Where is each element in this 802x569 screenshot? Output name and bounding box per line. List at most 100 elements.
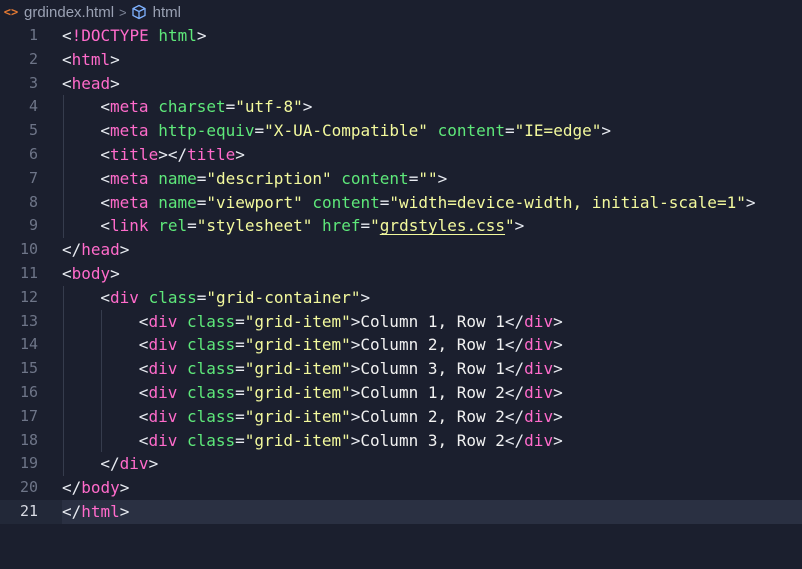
indent-guide: [63, 380, 64, 405]
code-token: html: [71, 49, 111, 69]
code-text[interactable]: <div class="grid-item">Column 2, Row 1</…: [139, 333, 563, 357]
code-line[interactable]: 2 <html>: [0, 48, 802, 72]
code-token: "viewport": [206, 192, 303, 212]
code-line[interactable]: 1 <!DOCTYPE html>: [0, 24, 802, 48]
line-number[interactable]: 6: [0, 143, 38, 167]
code-line[interactable]: 20 </body>: [0, 476, 802, 500]
code-text[interactable]: <meta charset="utf-8">: [100, 95, 312, 119]
code-line[interactable]: 12 <div class="grid-container">: [0, 285, 802, 310]
code-line[interactable]: 9 <link rel="stylesheet" href="grdstyles.…: [0, 214, 802, 239]
code-line[interactable]: 5 <meta http-equiv="X-UA-Compatible" cont…: [0, 119, 802, 143]
code-token: <: [138, 382, 149, 402]
code-token: >: [514, 216, 525, 236]
breadcrumb-element[interactable]: html: [153, 4, 181, 21]
code-token: =: [235, 311, 245, 331]
code-token: >: [745, 192, 756, 212]
code-line[interactable]: 13 <div class="grid-item">Column 1, Row 1…: [0, 309, 802, 334]
code-line[interactable]: 11 <body>: [0, 262, 802, 286]
code-text[interactable]: </head>: [62, 238, 129, 262]
code-line[interactable]: 18 <div class="grid-item">Column 3, Row 2…: [0, 428, 802, 453]
code-token: >: [553, 406, 563, 426]
line-number[interactable]: 18: [0, 429, 38, 453]
code-token: >: [437, 168, 448, 188]
line-number[interactable]: 21: [0, 500, 38, 524]
code-text[interactable]: <html>: [62, 48, 120, 72]
code-text[interactable]: <meta name="description" content="">: [100, 167, 447, 191]
line-number[interactable]: 15: [0, 357, 38, 381]
code-text[interactable]: <div class="grid-item">Column 1, Row 2</…: [139, 381, 563, 405]
line-number[interactable]: 3: [0, 72, 38, 96]
code-token: href: [321, 216, 361, 236]
line-number[interactable]: 2: [0, 48, 38, 72]
code-token: div: [524, 311, 554, 331]
line-number[interactable]: 5: [0, 119, 38, 143]
code-text[interactable]: <body>: [62, 262, 120, 286]
line-number[interactable]: 4: [0, 95, 38, 119]
line-number[interactable]: 19: [0, 452, 38, 476]
code-token: div: [524, 406, 554, 426]
code-token: "width=device-width, initial-scale=1": [389, 192, 746, 212]
line-number[interactable]: 16: [0, 381, 38, 405]
code-token: >: [235, 144, 245, 164]
code-text[interactable]: <head>: [62, 72, 120, 96]
code-token: div: [148, 406, 178, 426]
code-line[interactable]: 17 <div class="grid-item">Column 2, Row 2…: [0, 404, 802, 429]
code-line[interactable]: 16 <div class="grid-item">Column 1, Row 2…: [0, 380, 802, 405]
code-text[interactable]: <div class="grid-item">Column 3, Row 2</…: [139, 429, 563, 453]
line-number[interactable]: 11: [0, 262, 38, 286]
line-number[interactable]: 17: [0, 405, 38, 429]
code-text[interactable]: </html>: [62, 500, 129, 524]
code-text[interactable]: <link rel="stylesheet" href="grdstyles.c…: [100, 214, 524, 238]
line-number[interactable]: 10: [0, 238, 38, 262]
code-token: "description": [206, 168, 332, 188]
line-number[interactable]: 9: [0, 214, 38, 238]
code-token: div: [148, 311, 178, 331]
code-token: =: [187, 216, 197, 236]
breadcrumb-file[interactable]: grdindex.html: [24, 4, 114, 21]
code-line[interactable]: 3 <head>: [0, 72, 802, 96]
line-number[interactable]: 12: [0, 286, 38, 310]
code-token: >: [110, 73, 120, 93]
code-text[interactable]: <meta http-equiv="X-UA-Compatible" conte…: [100, 119, 611, 143]
code-token: ": [370, 216, 380, 236]
code-token: =: [235, 406, 245, 426]
line-number[interactable]: 13: [0, 310, 38, 334]
line-number[interactable]: 1: [0, 24, 38, 48]
code-token: ": [505, 216, 515, 236]
code-text[interactable]: <div class="grid-item">Column 1, Row 1</…: [139, 310, 563, 334]
code-line[interactable]: 7 <meta name="description" content="">: [0, 166, 802, 191]
html-file-icon: <>: [3, 5, 19, 19]
code-line[interactable]: 6 <title></title>: [0, 142, 802, 167]
code-line[interactable]: 21 </html>: [0, 499, 802, 524]
code-token: Column 3, Row 1: [360, 359, 505, 379]
code-token: div: [148, 359, 178, 379]
line-number[interactable]: 7: [0, 167, 38, 191]
code-line[interactable]: 4 <meta charset="utf-8">: [0, 95, 802, 120]
code-line[interactable]: 10 </head>: [0, 238, 802, 262]
code-token: div: [524, 335, 554, 355]
indent-guide: [63, 357, 64, 381]
code-text[interactable]: <meta name="viewport" content="width=dev…: [100, 191, 755, 215]
code-text[interactable]: <div class="grid-item">Column 3, Row 1</…: [139, 357, 563, 381]
code-text[interactable]: <div class="grid-item">Column 2, Row 2</…: [139, 405, 563, 429]
code-line[interactable]: 8 <meta name="viewport" content="width=de…: [0, 190, 802, 215]
file-link[interactable]: grdstyles.css: [380, 216, 505, 235]
indent-guide: [101, 404, 103, 429]
code-token: "grid-item": [244, 406, 351, 426]
code-text[interactable]: <div class="grid-container">: [100, 286, 370, 310]
code-text[interactable]: </body>: [62, 476, 129, 500]
code-token: >: [601, 121, 611, 141]
line-number[interactable]: 8: [0, 191, 38, 215]
code-text[interactable]: </div>: [100, 452, 158, 476]
code-text[interactable]: <!DOCTYPE html>: [62, 24, 207, 48]
code-editor[interactable]: 1 <!DOCTYPE html> 2 <html> 3 <head> 4 <meta cha…: [0, 24, 802, 569]
line-number[interactable]: 14: [0, 333, 38, 357]
code-line[interactable]: 19 </div>: [0, 452, 802, 477]
code-text[interactable]: <title></title>: [100, 143, 245, 167]
code-line[interactable]: 14 <div class="grid-item">Column 2, Row 1…: [0, 333, 802, 358]
code-line[interactable]: 15 <div class="grid-item">Column 3, Row 1…: [0, 357, 802, 381]
line-number[interactable]: 20: [0, 476, 38, 500]
